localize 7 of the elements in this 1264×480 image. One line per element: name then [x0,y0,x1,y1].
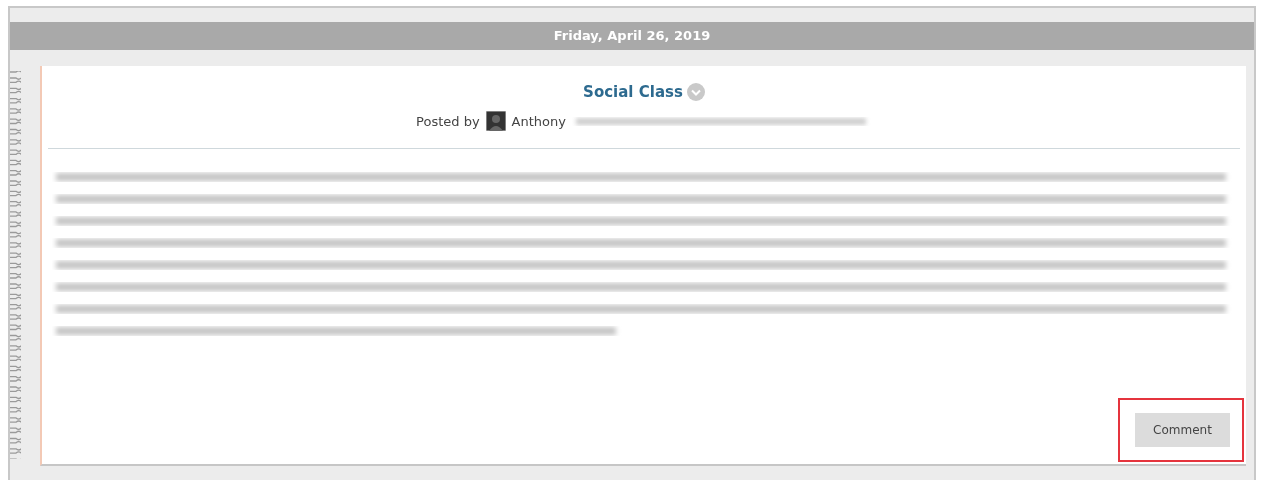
author-name: Anthony [511,113,566,129]
post-title[interactable]: Social Class [583,83,683,101]
posted-by-label: Posted by [416,113,480,129]
comment-button[interactable]: Comment [1135,413,1230,447]
date-header: Friday, April 26, 2019 [10,22,1254,50]
chevron-down-icon[interactable] [686,83,705,101]
avatar-icon [485,111,506,131]
